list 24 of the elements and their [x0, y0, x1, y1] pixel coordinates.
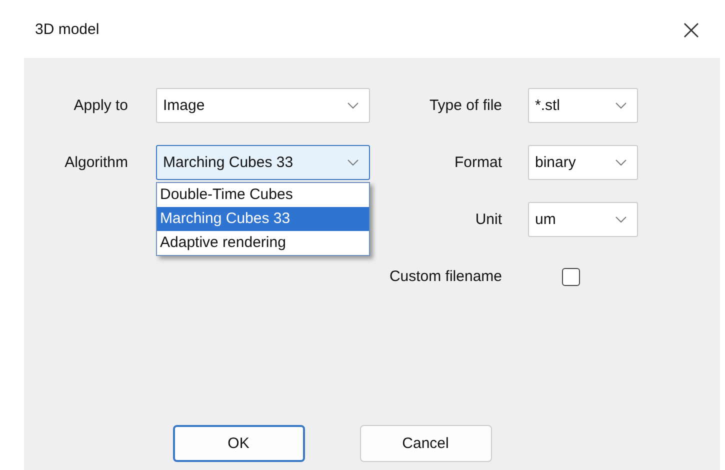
field-label: Unit: [474, 211, 502, 228]
window-title: 3D model: [35, 20, 100, 38]
field-label: Custom filename: [388, 268, 502, 285]
chevron-icon: [615, 159, 627, 166]
dialog-button[interactable]: OK: [172, 425, 304, 462]
close-button[interactable]: ×: [672, 12, 711, 46]
chevron-icon: [347, 159, 359, 166]
dropdown-option[interactable]: Marching Cubes 33: [157, 207, 369, 231]
checkbox[interactable]: [562, 268, 580, 286]
field-label: Algorithm: [64, 154, 128, 171]
chevron-icon: [347, 102, 359, 109]
dropdown[interactable]: binary: [528, 145, 638, 180]
field-label: Apply to: [72, 97, 128, 114]
chevron-icon: [615, 102, 627, 109]
dropdown-option[interactable]: Double-Time Cubes: [157, 183, 369, 207]
dropdown-option[interactable]: Adaptive rendering: [157, 231, 369, 255]
field-label: Type of file: [428, 97, 502, 114]
field-label: Format: [453, 154, 502, 171]
dropdown[interactable]: Marching Cubes 33: [156, 145, 370, 180]
chevron-icon: [615, 216, 627, 223]
dialog-button[interactable]: Cancel: [360, 425, 492, 462]
dropdown[interactable]: um: [528, 202, 638, 237]
dropdown[interactable]: *.stl: [528, 88, 638, 123]
dropdown[interactable]: Image: [156, 88, 370, 123]
